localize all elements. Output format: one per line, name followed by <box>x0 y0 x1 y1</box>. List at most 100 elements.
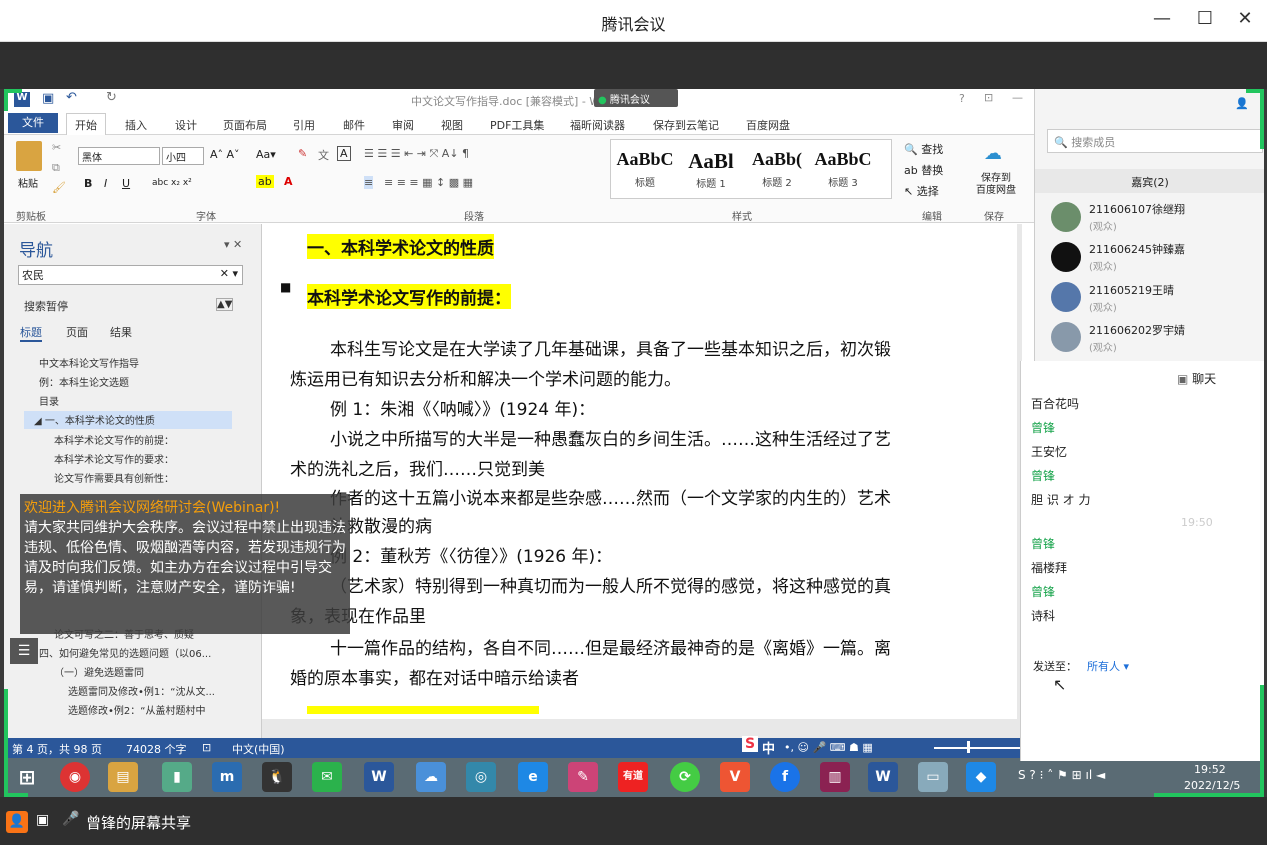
paste-icon[interactable] <box>16 141 42 171</box>
sogou-ime-icon[interactable]: S <box>742 736 759 752</box>
bullets-icon[interactable]: ☰ ☰ ☰ ⇤ ⇥ ⤧ A↓ ¶ <box>364 147 469 161</box>
tray-icons[interactable]: S ? ⁝ ˄ ⚑ ⊞ ıl ◄ <box>1018 768 1105 782</box>
word2-taskbar-icon[interactable]: W <box>868 762 898 792</box>
font-size-select[interactable]: 小四 <box>162 147 204 165</box>
chrome-icon[interactable]: ◉ <box>60 762 90 792</box>
undo-icon[interactable]: ↶ <box>66 90 77 105</box>
replace-button[interactable]: ab 替换 <box>904 162 943 178</box>
list-menu-icon[interactable]: ☰ <box>10 638 38 664</box>
redo-icon[interactable]: ↻ <box>106 90 117 105</box>
word-minimize-icon[interactable]: — <box>1012 91 1023 104</box>
nav-tab-headings[interactable]: 标题 <box>20 324 42 342</box>
italic-icon[interactable]: I <box>104 177 107 190</box>
nav-item[interactable]: 论文写作需要具有创新性： <box>54 470 174 485</box>
save-to-netdisk-label[interactable]: 保存到 百度网盘 <box>972 173 1020 197</box>
chat-sender[interactable]: 曾锋 <box>1031 535 1055 552</box>
baidu-netdisk-icon[interactable]: ☁ <box>984 143 1002 164</box>
change-case-icon[interactable]: Aa▾ <box>256 148 276 161</box>
tab-mailings[interactable]: 邮件 <box>343 117 365 133</box>
nav-close-icon[interactable]: ▾ ✕ <box>224 238 242 251</box>
member-name[interactable]: 211606245钟臻嘉 <box>1089 241 1185 257</box>
style-title[interactable]: AaBbC 标题 <box>612 149 678 193</box>
align-left-icon[interactable]: ≡ <box>364 176 374 189</box>
app-green-circle-icon[interactable]: ⟳ <box>670 762 700 792</box>
nav-search-input[interactable]: 农民 ✕ ▾ <box>18 265 243 285</box>
highlight-icon[interactable]: ab <box>256 175 274 188</box>
align-icons[interactable]: ≡ ≡ ≡ ▦ ↕ ▩ ▦ <box>384 176 473 189</box>
nav-item[interactable]: 中文本科论文写作指导 <box>39 355 139 370</box>
zoom-slider[interactable] <box>934 747 1024 749</box>
help-icon[interactable]: ? <box>959 92 965 105</box>
language[interactable]: 中文(中国) <box>232 741 285 757</box>
members-icon[interactable]: 👤 <box>1235 97 1249 110</box>
tab-baidu-netdisk[interactable]: 百度网盘 <box>746 117 790 133</box>
grow-font-icon[interactable]: A˄ A˅ <box>210 148 240 161</box>
clear-format-icon[interactable]: ✎ <box>298 147 307 160</box>
nav-tab-results[interactable]: 结果 <box>110 324 132 340</box>
chat-sender[interactable]: 曾锋 <box>1031 467 1055 484</box>
tab-insert[interactable]: 插入 <box>125 117 147 133</box>
phonetic-icon[interactable]: 文 <box>318 147 329 163</box>
tencent-meeting-taskbar-icon[interactable]: ◆ <box>966 762 996 792</box>
nav-item[interactable]: 例：本科生论文选题 <box>39 374 129 389</box>
nav-item-selected[interactable]: ◢ 一、本科学术论文的性质 <box>24 411 232 429</box>
nav-item[interactable]: 目录 <box>39 393 59 408</box>
tab-review[interactable]: 审阅 <box>392 117 414 133</box>
nav-item[interactable]: 本科学术论文写作的前提： <box>54 432 174 447</box>
style-heading-2[interactable]: AaBb(标题 2 <box>744 149 810 193</box>
app-v-icon[interactable]: V <box>720 762 750 792</box>
close-icon[interactable]: ✕ <box>1233 8 1257 29</box>
bold-icon[interactable]: B <box>84 177 92 190</box>
underline-icon[interactable]: U <box>122 177 130 190</box>
nav-item[interactable]: 选题修改•例2：“从盖村题村中 <box>68 702 205 717</box>
ribbon-display-icon[interactable]: ⊡ <box>984 91 993 104</box>
winrar-icon[interactable]: ▥ <box>820 762 850 792</box>
file-explorer-icon[interactable]: ▤ <box>108 762 138 792</box>
ime-tools-icon[interactable]: •, ☺ 🎤 ⌨ ☗ ▦ <box>784 741 873 754</box>
tab-cloud-note[interactable]: 保存到云笔记 <box>653 117 719 133</box>
ime-mode[interactable]: 中 <box>762 738 775 757</box>
format-painter-icon[interactable]: 🖌 <box>52 181 66 194</box>
word-taskbar-icon[interactable]: W <box>364 762 394 792</box>
tab-pdf-tools[interactable]: PDF工具集 <box>490 117 544 133</box>
zoom-thumb[interactable] <box>967 741 970 753</box>
youdao-icon[interactable]: 有道 <box>618 762 648 792</box>
app-m-icon[interactable]: m <box>212 762 242 792</box>
tab-page-layout[interactable]: 页面布局 <box>223 117 267 133</box>
microphone-icon[interactable]: 🎤 <box>62 811 79 827</box>
style-heading-1[interactable]: AaBl 标题 1 <box>678 149 744 193</box>
nav-item[interactable]: 本科学术论文写作的要求： <box>54 451 174 466</box>
find-button[interactable]: 🔍 查找 <box>904 141 943 157</box>
app-paint-icon[interactable]: ✎ <box>568 762 598 792</box>
tab-view[interactable]: 视图 <box>441 117 463 133</box>
tab-design[interactable]: 设计 <box>175 117 197 133</box>
page-count[interactable]: 第 4 页，共 98 页 <box>12 741 102 757</box>
member-name[interactable]: 211605219王晴 <box>1089 282 1174 298</box>
tab-home[interactable]: 开始 <box>66 113 106 135</box>
style-heading-3[interactable]: AaBbC 标题 3 <box>810 149 876 193</box>
user-icon[interactable]: 👤 <box>6 811 28 833</box>
select-button[interactable]: ↖ 选择 <box>904 183 939 199</box>
nav-item[interactable]: （一）避免选题雷同 <box>54 664 144 679</box>
nav-tab-pages[interactable]: 页面 <box>66 324 88 340</box>
windows-start-icon[interactable]: ⊞ <box>12 762 42 792</box>
member-name[interactable]: 211606107徐继翔 <box>1089 201 1185 217</box>
nav-item[interactable]: 四、如何避免常见的选题问题（以06... <box>39 645 211 660</box>
nav-prev-next-icon[interactable]: ▲▼ <box>216 298 234 311</box>
clock-date[interactable]: 2022/12/5 <box>1184 779 1240 792</box>
clock-time[interactable]: 19:52 <box>1194 763 1226 776</box>
member-search-input[interactable]: 🔍 搜索成员 <box>1047 129 1263 153</box>
word-count[interactable]: 74028 个字 <box>126 741 187 757</box>
app-folder-icon[interactable]: ▭ <box>918 762 948 792</box>
save-icon[interactable]: ▣ <box>42 91 54 106</box>
qq-icon[interactable]: 🐧 <box>262 762 292 792</box>
cut-icon[interactable]: ✂ <box>52 141 61 154</box>
strikethrough-icon[interactable]: abc x₂ x² <box>152 178 192 188</box>
wechat-icon[interactable]: ✉ <box>312 762 342 792</box>
tab-references[interactable]: 引用 <box>293 117 315 133</box>
proofing-icon[interactable]: ⊡ <box>202 741 211 754</box>
recipient-select[interactable]: 所有人 ▾ <box>1087 658 1129 674</box>
copy-icon[interactable]: ⧉ <box>52 161 60 175</box>
guest-header[interactable]: 嘉宾(2) <box>1035 169 1264 193</box>
chat-sender[interactable]: 曾锋 <box>1031 419 1055 436</box>
